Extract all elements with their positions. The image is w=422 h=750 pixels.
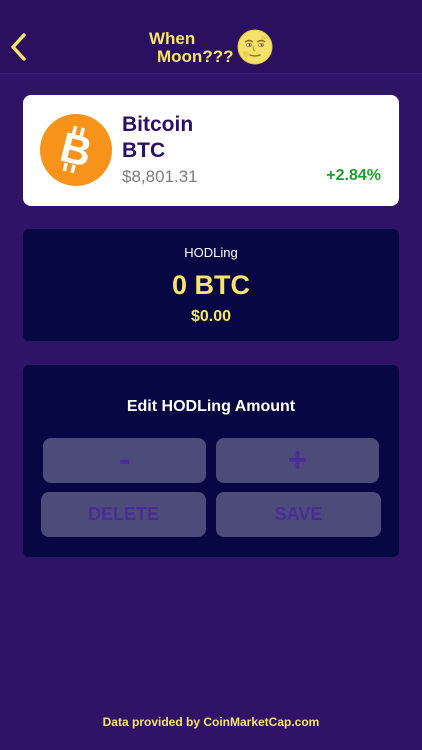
page-title-line1: When (149, 29, 196, 48)
page-title-line2: Moon??? (157, 47, 234, 66)
holding-label: HODLing (184, 245, 238, 260)
coin-name: Bitcoin (122, 113, 194, 136)
navigation-bar: When Moon??? (0, 0, 422, 74)
edit-holding-title: Edit HODLing Amount (126, 398, 296, 415)
increment-button[interactable]: + (216, 438, 379, 483)
holding-amount: 0 BTC (171, 270, 250, 300)
coin-price: $8,801.31 (122, 167, 198, 186)
data-attribution: Data provided by CoinMarketCap.com (102, 715, 320, 729)
edit-holding-card: Edit HODLing Amount - + DELETE SAVE (23, 365, 399, 557)
price-change: +2.84% (326, 167, 381, 184)
holding-fiat-value: $0.00 (190, 308, 232, 325)
coin-symbol: BTC (122, 139, 166, 162)
back-button[interactable] (6, 30, 32, 64)
save-button[interactable]: SAVE (216, 492, 381, 537)
holding-summary-card: HODLing 0 BTC $0.00 (23, 229, 399, 341)
page-title: When Moon??? (149, 30, 249, 66)
full-moon-face-icon (237, 29, 273, 65)
decrement-button[interactable]: - (43, 438, 206, 483)
bitcoin-logo-icon: B (40, 114, 112, 186)
chevron-left-icon (11, 33, 26, 61)
coin-card: B Bitcoin BTC $8,801.31 +2.84% (23, 95, 399, 206)
delete-button[interactable]: DELETE (41, 492, 206, 537)
